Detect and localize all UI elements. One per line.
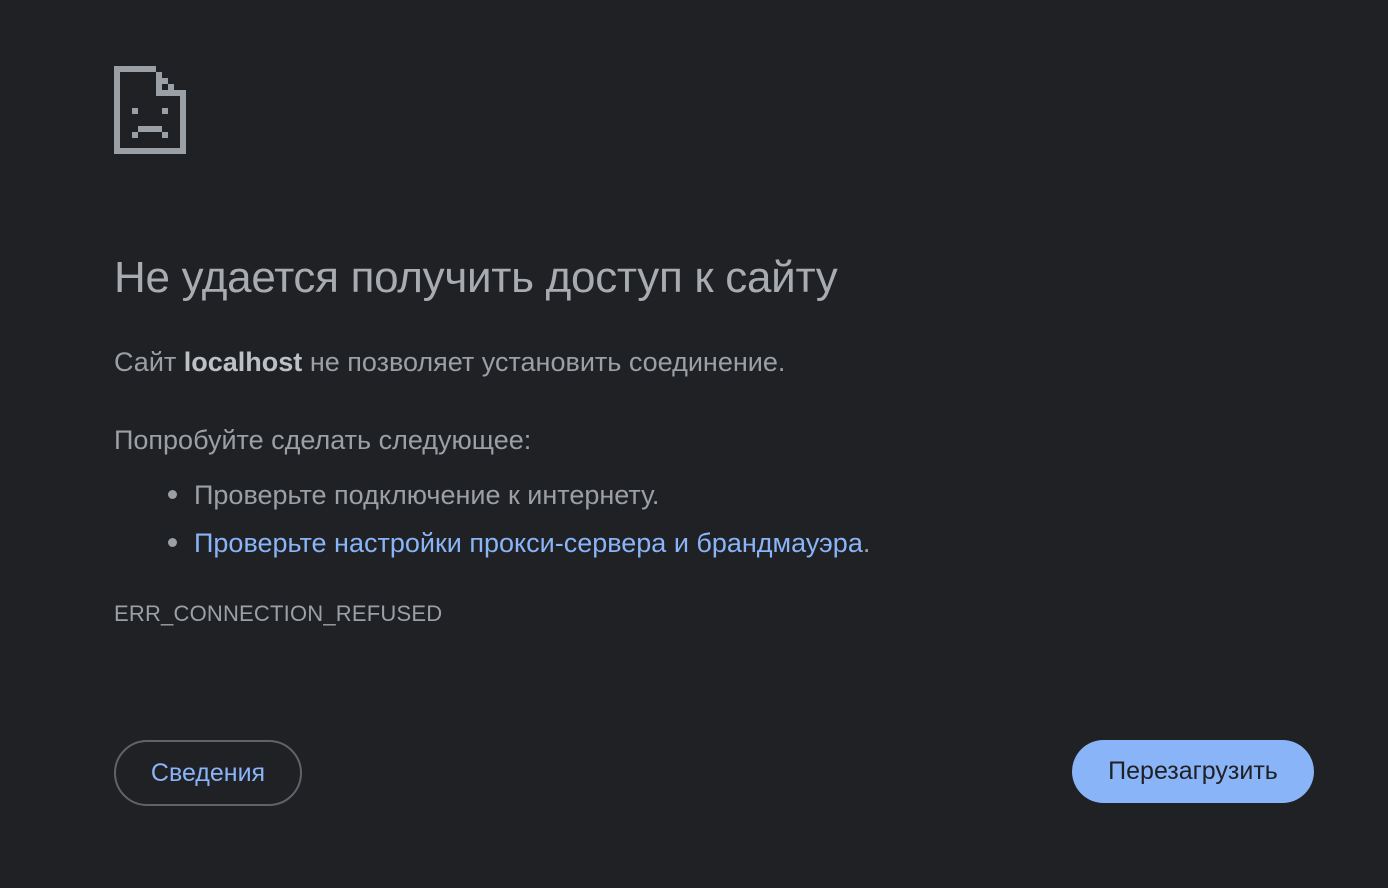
suggestion-text: Проверьте подключение к интернету. [194, 480, 660, 510]
sad-page-icon [114, 66, 186, 154]
suggestion-period: . [862, 528, 871, 558]
error-page: Не удается получить доступ к сайту Сайт … [0, 0, 1388, 888]
suggestions-list: Проверьте подключение к интернету. Прове… [114, 471, 870, 567]
reload-button[interactable]: Перезагрузить [1072, 740, 1314, 803]
host-name: localhost [183, 347, 303, 377]
summary-suffix: не позволяет установить соединение. [302, 347, 786, 377]
error-code: ERR_CONNECTION_REFUSED [114, 601, 443, 626]
proxy-firewall-settings-link[interactable]: Проверьте настройки прокси-сервера и бра… [194, 528, 863, 558]
suggestion-item-connection: Проверьте подключение к интернету. [114, 471, 870, 519]
error-summary: Сайт localhost не позволяет установить с… [114, 345, 785, 379]
page-title: Не удается получить доступ к сайту [114, 253, 838, 302]
bullet-icon [168, 538, 177, 547]
bullet-icon [168, 490, 177, 499]
suggestion-item-proxy: Проверьте настройки прокси-сервера и бра… [114, 519, 870, 567]
suggestions-heading: Попробуйте сделать следующее: [114, 425, 532, 455]
details-button[interactable]: Сведения [114, 740, 302, 806]
summary-prefix: Сайт [114, 347, 184, 377]
